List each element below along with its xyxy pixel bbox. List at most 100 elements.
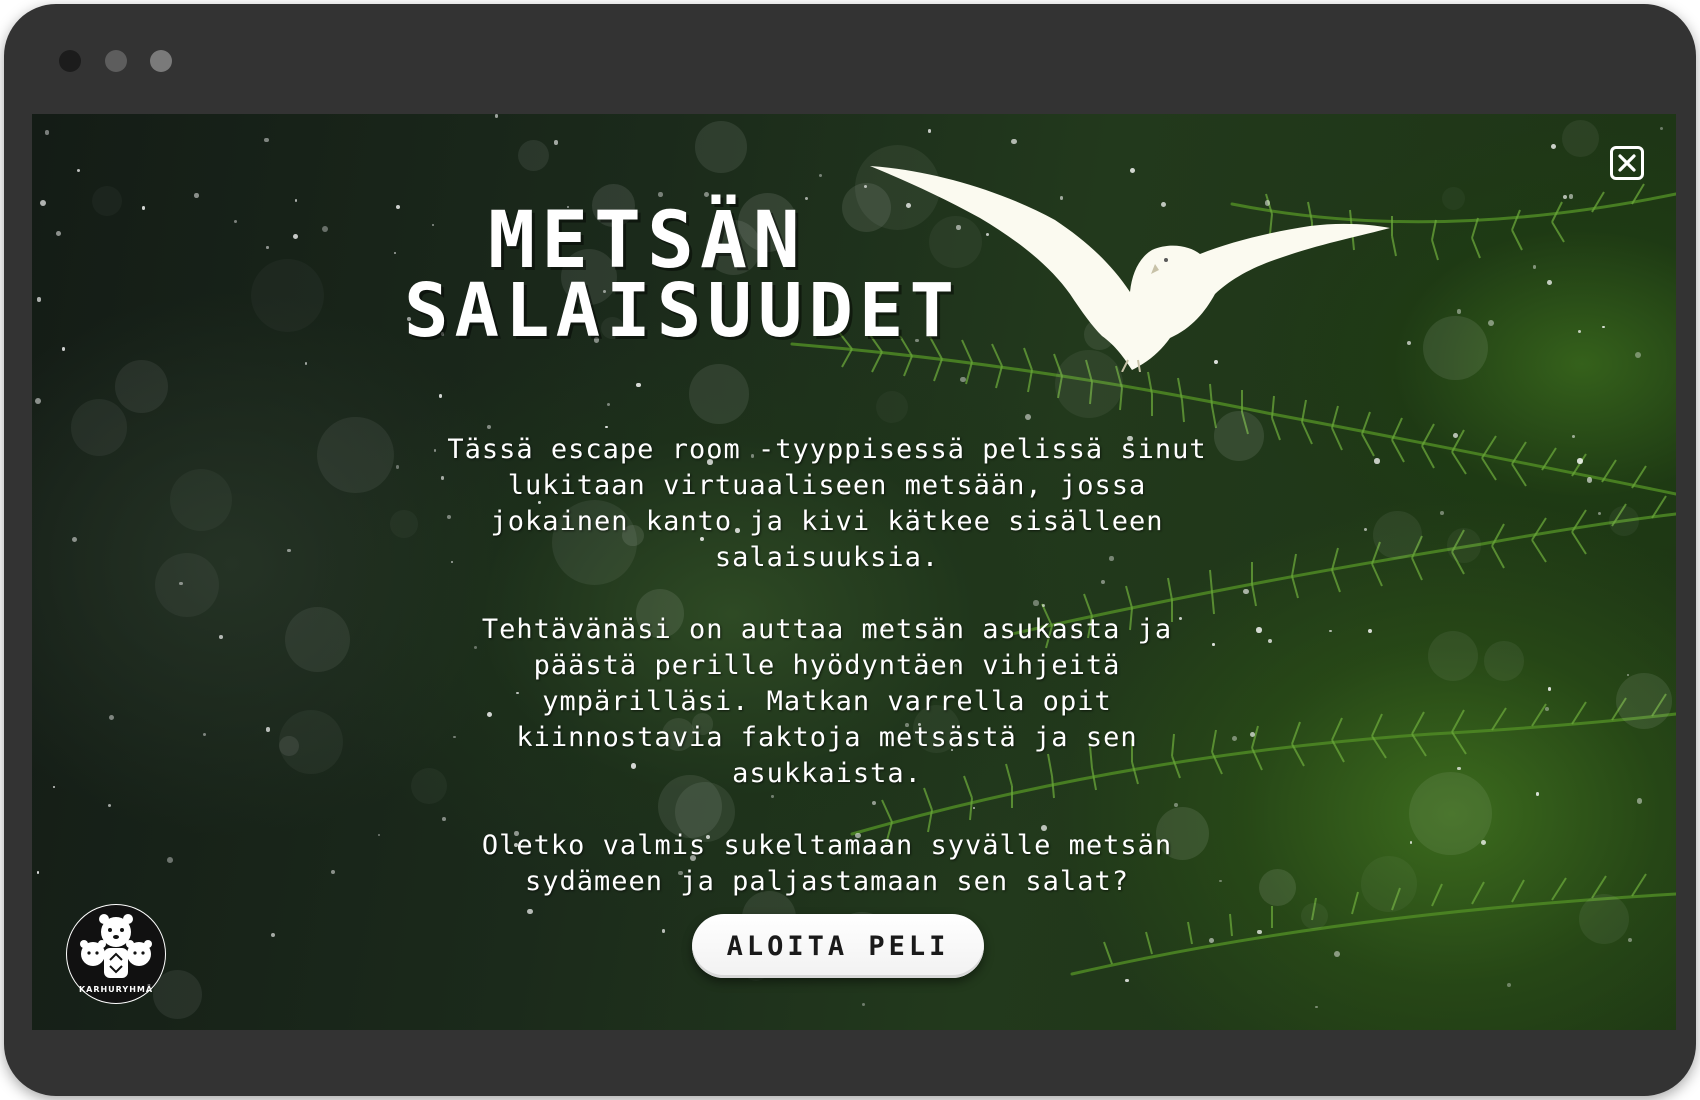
snow-speck: [1586, 477, 1593, 483]
snow-speck: [265, 727, 271, 732]
bokeh-particle: [1579, 893, 1630, 944]
snow-speck: [1636, 798, 1642, 804]
snow-speck: [76, 168, 81, 172]
snow-speck: [1457, 766, 1461, 771]
window-dot-close[interactable]: [59, 50, 81, 72]
snow-speck: [438, 394, 443, 398]
snow-speck: [1480, 840, 1487, 846]
snow-speck: [304, 362, 308, 365]
bokeh-particle: [1615, 672, 1673, 730]
snow-speck: [1209, 938, 1215, 944]
snow-speck: [927, 129, 932, 133]
bokeh-particle: [1301, 902, 1328, 930]
bokeh-particle: [1408, 771, 1492, 855]
snow-speck: [287, 548, 292, 553]
snow-speck: [1562, 194, 1568, 200]
bokeh-particle: [1427, 630, 1478, 681]
bokeh-particle: [1608, 506, 1639, 537]
bokeh-particle: [1484, 641, 1524, 681]
bokeh-particle: [1373, 510, 1423, 560]
snow-speck: [1535, 792, 1540, 796]
close-button[interactable]: [1610, 146, 1644, 180]
bokeh-particle: [154, 552, 219, 617]
bokeh-particle: [115, 360, 168, 413]
bokeh-particle: [876, 391, 908, 423]
bokeh-particle: [1361, 856, 1417, 912]
snow-speck: [36, 297, 42, 302]
snow-speck: [194, 193, 199, 198]
snow-speck: [1577, 458, 1583, 464]
snow-speck: [266, 246, 269, 249]
intro-paragraph-2: Tehtävänäsi on auttaa metsän asukasta ja…: [481, 614, 1173, 789]
snow-speck: [52, 785, 56, 789]
snow-speck: [1407, 341, 1412, 346]
snow-speck: [55, 230, 61, 236]
bokeh-particle: [1258, 869, 1296, 907]
snow-speck: [1243, 588, 1249, 594]
snow-speck: [1333, 951, 1340, 958]
bokeh-particle: [317, 416, 394, 493]
snow-speck: [1363, 528, 1367, 532]
snow-speck: [1453, 433, 1459, 439]
bokeh-particle: [170, 469, 232, 531]
bokeh-particle: [251, 259, 324, 332]
snow-speck: [1635, 352, 1642, 359]
start-game-button[interactable]: ALOITA PELI: [692, 914, 984, 978]
snow-speck: [1249, 731, 1256, 738]
snow-speck: [295, 199, 298, 202]
snow-speck: [108, 714, 115, 721]
bokeh-particle: [70, 398, 128, 456]
snow-speck: [1659, 126, 1663, 130]
logo-text: KARHURYHMÄ: [78, 985, 154, 994]
snow-speck: [1506, 983, 1511, 988]
snow-speck: [395, 465, 400, 469]
snow-speck: [1545, 706, 1549, 711]
brand-logo[interactable]: KARHURYHMÄ: [66, 904, 166, 1004]
snow-speck: [36, 871, 40, 875]
bokeh-particle: [1442, 187, 1465, 210]
window-dot-maximize[interactable]: [150, 50, 172, 72]
snow-speck: [1532, 264, 1537, 269]
snow-speck: [636, 382, 641, 388]
snow-speck: [179, 581, 183, 586]
snow-speck: [1546, 280, 1552, 285]
snow-speck: [219, 635, 224, 639]
snow-speck: [1597, 511, 1601, 516]
snow-speck: [1024, 414, 1031, 421]
snow-speck: [264, 137, 269, 143]
snow-speck: [1456, 309, 1462, 314]
intro-paragraph-3: Oletko valmis sukeltamaan syvälle metsän…: [481, 830, 1173, 897]
snow-speck: [1257, 929, 1262, 934]
snow-speck: [1488, 320, 1495, 326]
snow-speck: [321, 225, 328, 232]
close-icon: [1618, 154, 1636, 172]
intro-text: Tässä escape room -tyyppisessä pelissä s…: [432, 432, 1222, 936]
snow-speck: [960, 376, 966, 383]
snow-speck: [486, 424, 491, 429]
snow-speck: [378, 833, 381, 837]
snow-speck: [202, 732, 207, 736]
game-screen: METSÄN SALAISUUDET Tässä escape room -ty…: [32, 114, 1676, 1030]
window-dot-minimize[interactable]: [105, 50, 127, 72]
browser-frame: METSÄN SALAISUUDET Tässä escape room -ty…: [4, 4, 1696, 1096]
snow-speck: [1329, 629, 1333, 633]
snow-speck: [606, 402, 610, 406]
snow-speck: [40, 200, 47, 207]
bokeh-particle: [1562, 120, 1599, 157]
snow-speck: [270, 932, 276, 938]
bokeh-particle: [695, 121, 747, 173]
snow-speck: [863, 184, 868, 188]
bokeh-particle: [390, 510, 418, 538]
snow-speck: [1124, 978, 1129, 983]
snow-speck: [34, 398, 41, 404]
bokeh-particle: [518, 139, 550, 171]
bokeh-particle: [92, 186, 122, 216]
snow-speck: [605, 426, 608, 429]
bokeh-particle: [1446, 528, 1482, 563]
snow-speck: [819, 173, 823, 177]
snow-speck: [1569, 194, 1574, 199]
snow-speck: [862, 1003, 866, 1007]
snow-speck: [293, 234, 299, 240]
snow-speck: [553, 140, 559, 145]
snow-speck: [233, 219, 237, 224]
